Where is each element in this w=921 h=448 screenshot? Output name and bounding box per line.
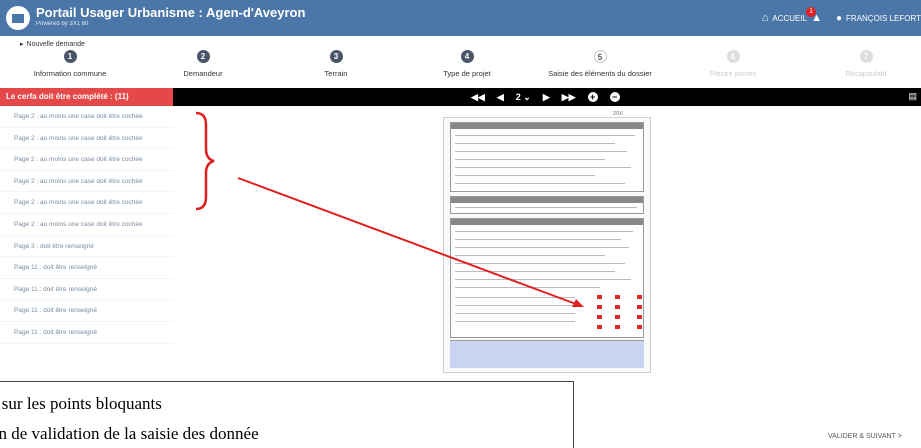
caption-line-2: on de validation de la saisie des donnée	[0, 424, 259, 443]
validate-next-button[interactable]: VALIDER & SUIVANT >	[828, 433, 902, 440]
caption-box: e sur les points bloquants on de validat…	[0, 381, 574, 448]
caption-line-1: e sur les points bloquants	[0, 394, 162, 413]
